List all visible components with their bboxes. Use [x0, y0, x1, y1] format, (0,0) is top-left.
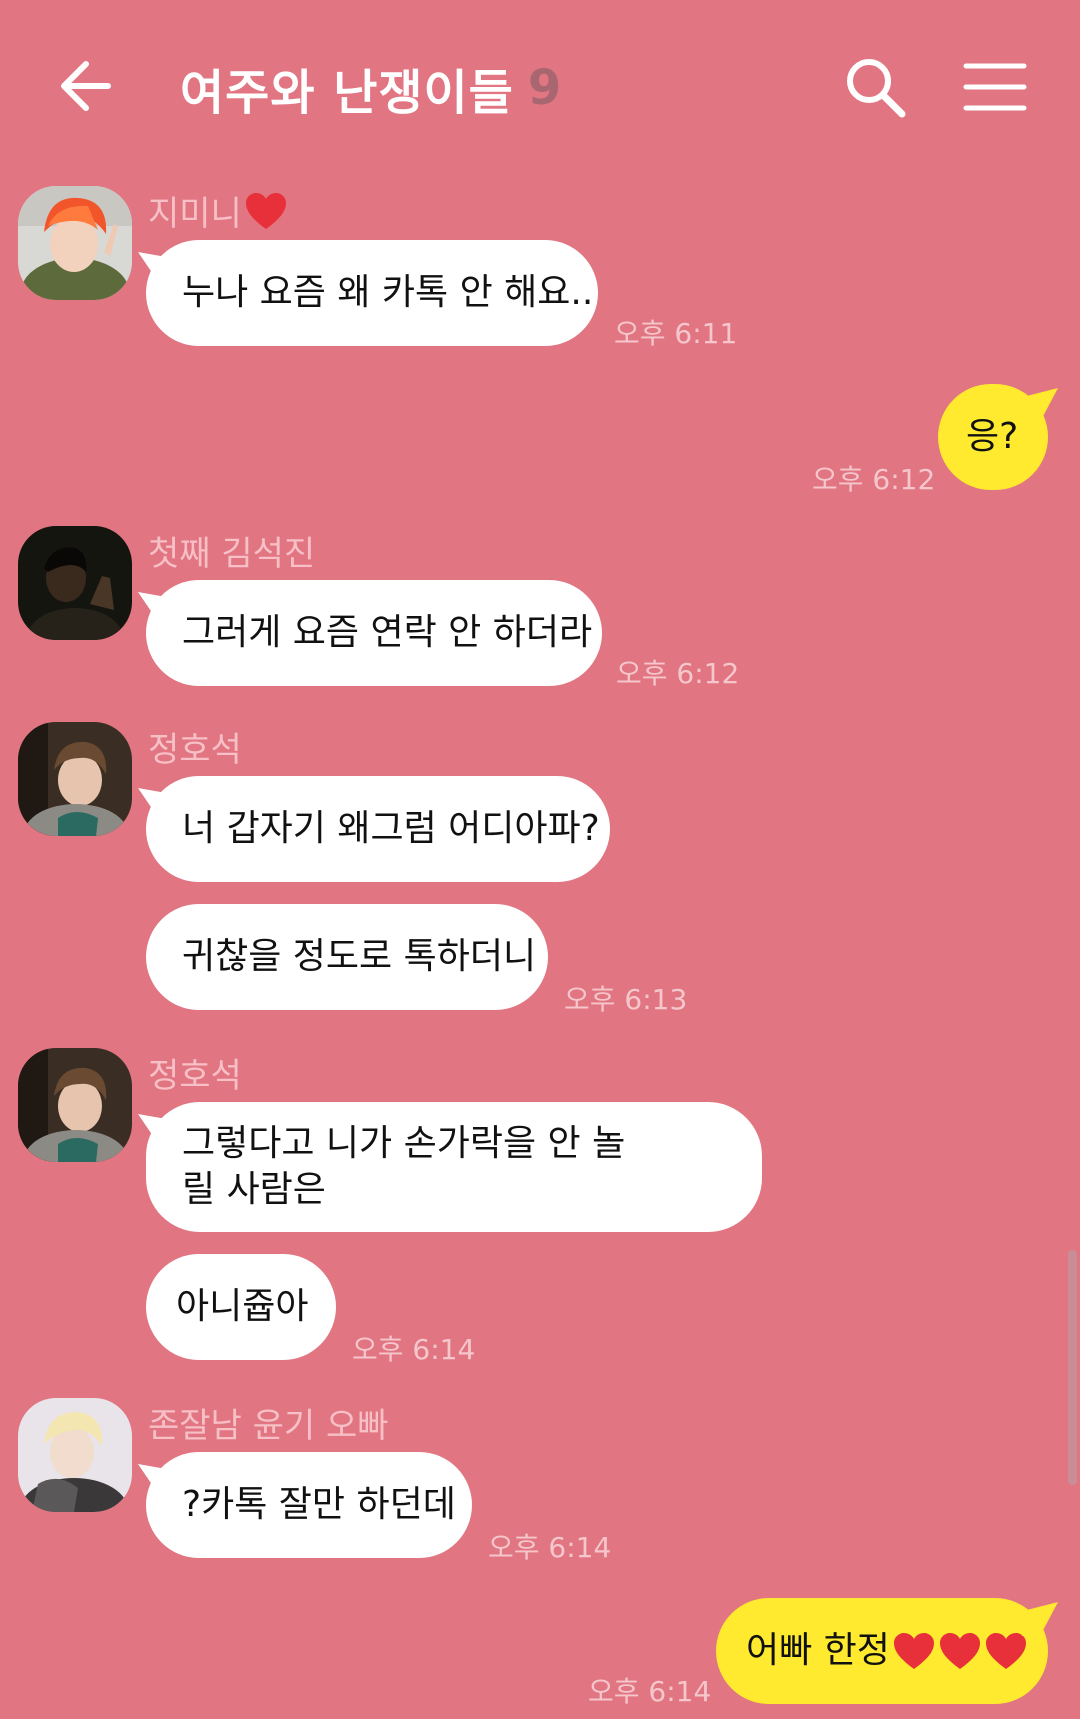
menu-button[interactable]: [962, 54, 1028, 120]
message-bubble[interactable]: 너 갑자기 왜그럼 어디아파?: [146, 776, 610, 882]
avatar-jimin[interactable]: [18, 186, 132, 300]
message-text: ?카톡 잘만 하던데: [182, 1484, 456, 1525]
my-message-bubble[interactable]: 응?: [938, 384, 1048, 490]
message-time: 오후 6:13: [564, 983, 688, 1016]
chat-header: 여주와 난쟁이들 9: [0, 0, 1080, 170]
sender-name: 정호석: [148, 730, 242, 770]
avatar-hoseok[interactable]: [18, 1048, 132, 1162]
message-text: 귀찮을 정도로 톡하더니: [182, 936, 537, 977]
sender-name-text: 지미니: [148, 194, 242, 234]
message-text: 그러게 요즘 연락 안 하더라: [182, 612, 593, 653]
message-time: 오후 6:12: [616, 657, 740, 690]
message-bubble[interactable]: 귀찮을 정도로 톡하더니: [146, 904, 548, 1010]
message-time: 오후 6:14: [352, 1333, 476, 1366]
avatar-seokjin[interactable]: [18, 526, 132, 640]
avatar-hoseok[interactable]: [18, 722, 132, 836]
sender-name: 지미니: [148, 186, 288, 235]
message-bubble[interactable]: 아니쥽아: [146, 1254, 336, 1360]
hamburger-menu-icon: [963, 63, 1027, 111]
message-text: 어빠 한정: [746, 1630, 890, 1671]
message-time: 오후 6:14: [588, 1675, 712, 1708]
heart-icon: [245, 192, 286, 229]
message-text: 아니쥽아: [176, 1286, 309, 1327]
chat-title-group: 여주와 난쟁이들 9: [180, 48, 561, 128]
message-bubble[interactable]: 그러게 요즘 연락 안 하더라: [146, 580, 602, 686]
my-message-bubble[interactable]: 어빠 한정: [716, 1598, 1048, 1704]
scrollbar-thumb[interactable]: [1068, 1250, 1077, 1485]
heart-icon: [893, 1633, 934, 1669]
message-text: 응?: [966, 416, 1019, 457]
avatar-yoongi[interactable]: [18, 1398, 132, 1512]
sender-name: 정호석: [148, 1056, 242, 1096]
message-text: 누나 요즘 왜 카톡 안 해요..: [182, 272, 594, 313]
heart-icon: [985, 1633, 1026, 1669]
message-time: 오후 6:11: [614, 317, 738, 350]
arrow-left-icon: [61, 61, 111, 111]
heart-icon: [939, 1633, 980, 1669]
message-time: 오후 6:14: [488, 1531, 612, 1564]
search-icon: [847, 59, 906, 118]
message-bubble[interactable]: 그렇다고 니가 손가락을 안 놀릴 사람은: [146, 1102, 762, 1232]
sender-name: 존잘남 윤기 오빠: [148, 1406, 389, 1446]
message-bubble[interactable]: 누나 요즘 왜 카톡 안 해요..: [146, 240, 598, 346]
message-text: 너 갑자기 왜그럼 어디아파?: [182, 808, 600, 849]
message-text: 그렇다고 니가 손가락을 안 놀릴 사람은: [182, 1123, 626, 1210]
member-count: 9: [527, 60, 562, 116]
message-bubble[interactable]: ?카톡 잘만 하던데: [146, 1452, 472, 1558]
message-time: 오후 6:12: [812, 463, 936, 496]
sender-name: 첫째 김석진: [148, 534, 316, 574]
search-button[interactable]: [840, 52, 910, 122]
back-button[interactable]: [52, 52, 122, 122]
chat-room-title: 여주와 난쟁이들: [180, 65, 514, 121]
hearts-group: [892, 1631, 1028, 1671]
